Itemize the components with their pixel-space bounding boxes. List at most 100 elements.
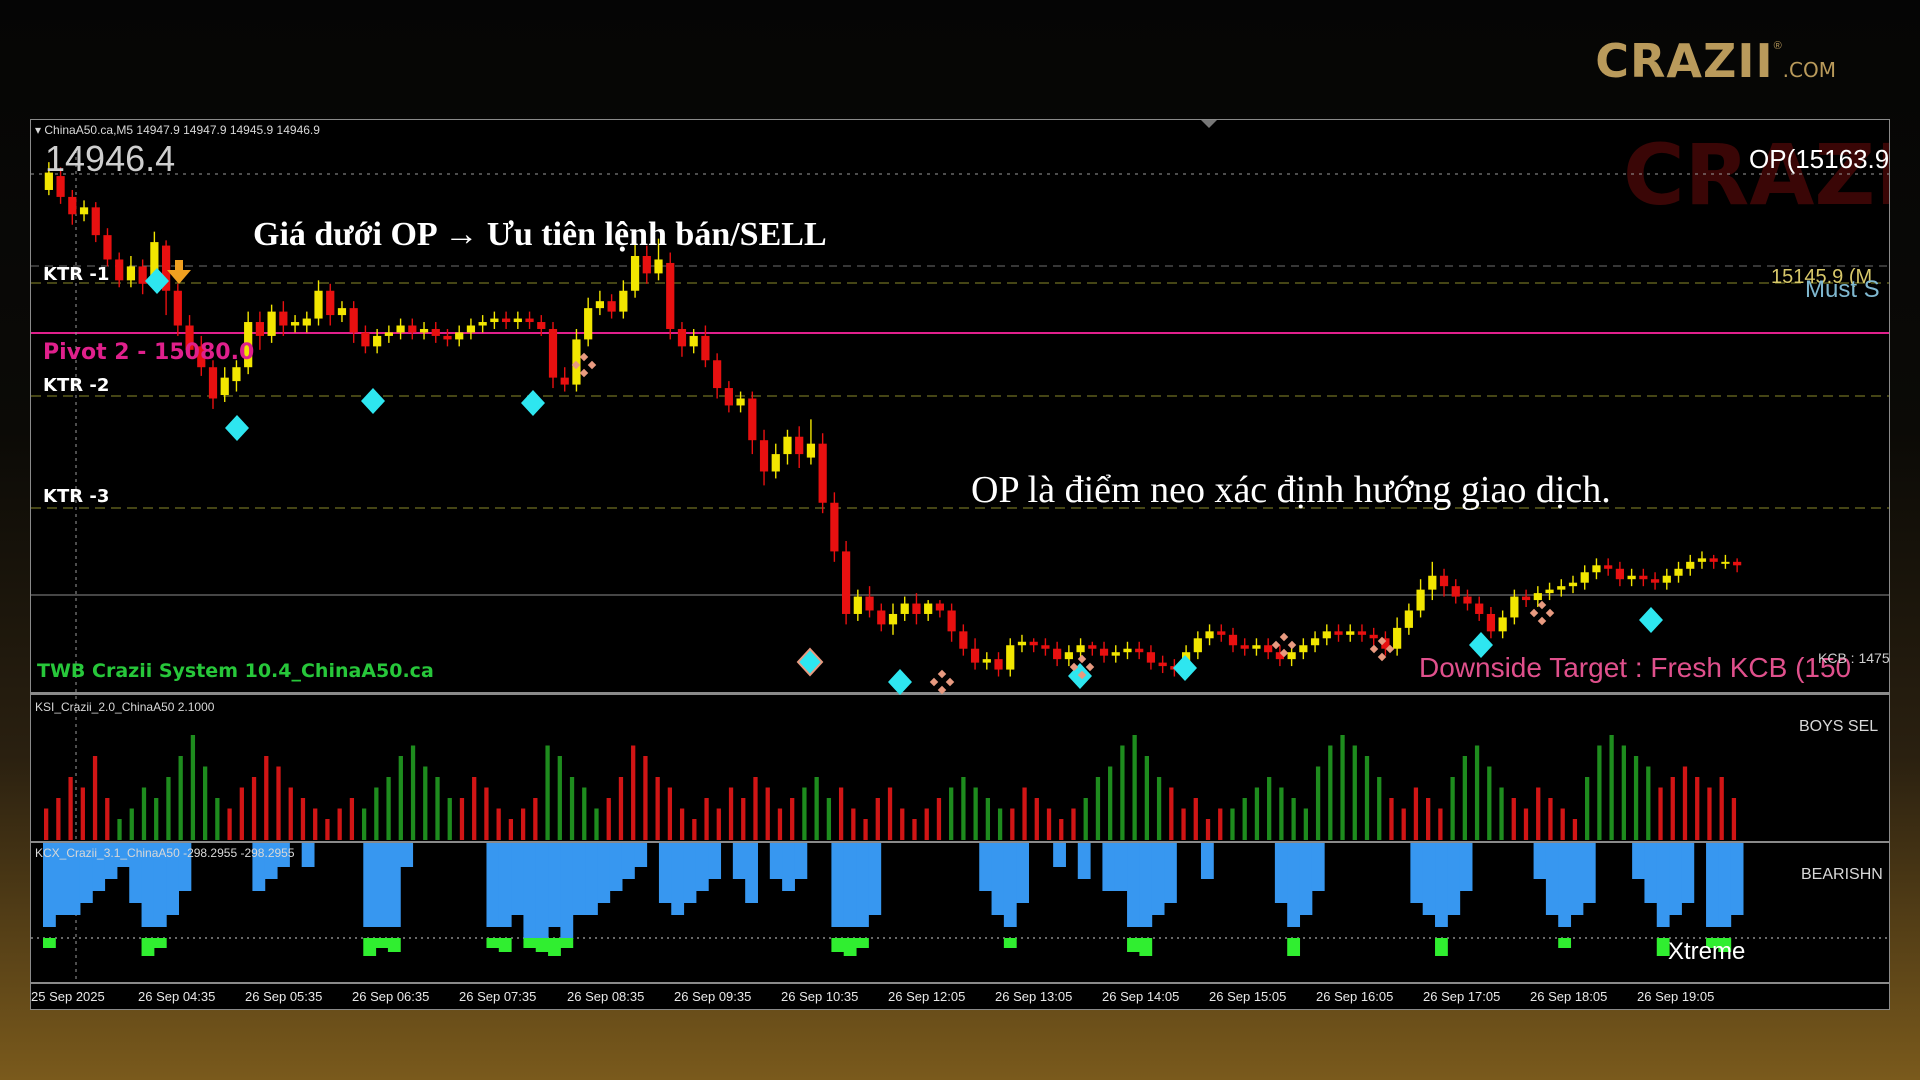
chart-header: ▾ ChinaA50.ca,M5 14947.9 14947.9 14945.9… <box>35 123 320 137</box>
ksi-bar <box>704 798 709 840</box>
kcx-bar <box>1151 843 1165 915</box>
candle-body <box>947 610 956 632</box>
ksi-bar <box>618 777 624 840</box>
candle-body <box>806 443 816 458</box>
time-tick: 26 Sep 07:35 <box>459 989 537 1004</box>
kcx-bar <box>991 843 1005 915</box>
ksi-bar <box>533 798 538 840</box>
candle-body <box>326 290 335 316</box>
sell-cluster-signal <box>1529 600 1555 626</box>
ksi-bar <box>1328 745 1333 840</box>
brand-logo: CRAZII ® .COM <box>1595 38 1836 84</box>
kcx-bar <box>1644 843 1658 903</box>
candle-body <box>1580 572 1589 583</box>
ksi-bar <box>300 798 306 840</box>
ksi-bar <box>80 787 85 840</box>
candle-body <box>619 290 628 312</box>
candle-body <box>314 290 323 319</box>
ksi-bar <box>1413 787 1419 840</box>
ksi-bar <box>1095 777 1101 840</box>
candle-body <box>1158 662 1167 667</box>
ksi-bar <box>557 756 562 840</box>
kcx-bar <box>634 843 648 867</box>
ksi-bar <box>765 787 770 840</box>
ksi-bar <box>594 808 599 840</box>
ksi-bar <box>1731 798 1737 840</box>
candle-body <box>1322 631 1331 639</box>
ksi-bar <box>1450 777 1455 840</box>
ksi-bar <box>631 745 636 840</box>
candle-body <box>607 301 616 312</box>
ksi-bar <box>1572 819 1578 840</box>
ksi-bar <box>1181 808 1186 840</box>
ksi-bar <box>973 787 978 840</box>
candle-body <box>1369 634 1378 639</box>
kcx-bar <box>1003 843 1017 927</box>
ksi-bar <box>1462 756 1467 840</box>
candle-body <box>68 196 77 215</box>
candle-body <box>970 648 980 663</box>
ksi-bar <box>1389 798 1394 840</box>
ksi-bar <box>985 798 991 840</box>
kcx-bar <box>621 843 635 879</box>
ksi-bar <box>1083 798 1088 840</box>
ksi-bar <box>826 798 832 840</box>
candle-body <box>1240 645 1249 649</box>
kcx-extreme-bar <box>1127 938 1140 952</box>
kcx-extreme-bar <box>153 938 167 948</box>
candle-body <box>1017 641 1027 646</box>
ksi-bar <box>68 777 73 840</box>
candle-body <box>419 328 429 333</box>
sell-arrow-signal <box>167 260 191 284</box>
kcx-bar <box>1669 843 1682 915</box>
ksi-bar <box>545 745 550 840</box>
kcb-label: KCB : 1475 <box>1818 650 1890 666</box>
kcx-bar <box>1127 843 1140 927</box>
candle-body <box>666 262 675 329</box>
kcx-bar <box>363 843 377 927</box>
ksi-bar <box>166 777 171 840</box>
kcx-extreme-bar <box>843 938 857 956</box>
ksi-bar <box>1303 808 1308 840</box>
candle-body <box>408 325 417 333</box>
candle-body <box>1510 596 1519 618</box>
buy-diamond-signal <box>796 647 824 677</box>
kcx-bar <box>794 843 808 879</box>
xtreme-label: Xtreme <box>1668 938 1746 965</box>
kcx-bar <box>1706 843 1719 927</box>
kcx-bar <box>732 843 746 879</box>
ksi-bar <box>105 798 110 840</box>
kcx-bar <box>1299 843 1313 915</box>
current-price: 14946.4 <box>45 138 176 179</box>
candle-body <box>1592 565 1601 573</box>
ksi-bar <box>1511 798 1516 840</box>
buy-diamond-signal <box>1639 607 1663 633</box>
time-tick: 26 Sep 10:35 <box>781 989 859 1004</box>
ksi-bar <box>1254 787 1260 840</box>
kcx-extreme-bar <box>1435 938 1448 956</box>
candle-body <box>1721 561 1730 564</box>
ksi-bar <box>1132 735 1137 840</box>
annotation-sell-priority: Giá dưới OP → Ưu tiên lệnh bán/SELL <box>253 216 827 253</box>
kcx-bar <box>1139 843 1153 927</box>
candle-body <box>173 290 182 326</box>
candle-body <box>1604 565 1613 569</box>
candle-body <box>1123 648 1132 653</box>
kcx-side-label: BEARISHN <box>1801 866 1883 883</box>
chart-shift-marker[interactable] <box>1201 120 1217 128</box>
ksi-bar <box>313 808 318 840</box>
kcx-bar <box>1274 843 1288 903</box>
candle-body <box>466 325 476 333</box>
candle-body <box>1733 561 1742 566</box>
candle-body <box>1006 645 1015 670</box>
ksi-bar <box>875 798 880 840</box>
chart-window[interactable]: CRAZII <box>30 119 1890 1010</box>
candle-body <box>877 610 886 625</box>
candle-body <box>455 332 464 340</box>
time-tick: 26 Sep 14:05 <box>1102 989 1180 1004</box>
kcx-bar <box>560 843 574 939</box>
ksi-bar <box>276 766 281 840</box>
candle-body <box>853 596 862 614</box>
downside-target: Downside Target : Fresh KCB (150 <box>1419 652 1852 683</box>
candle-body <box>689 335 698 347</box>
